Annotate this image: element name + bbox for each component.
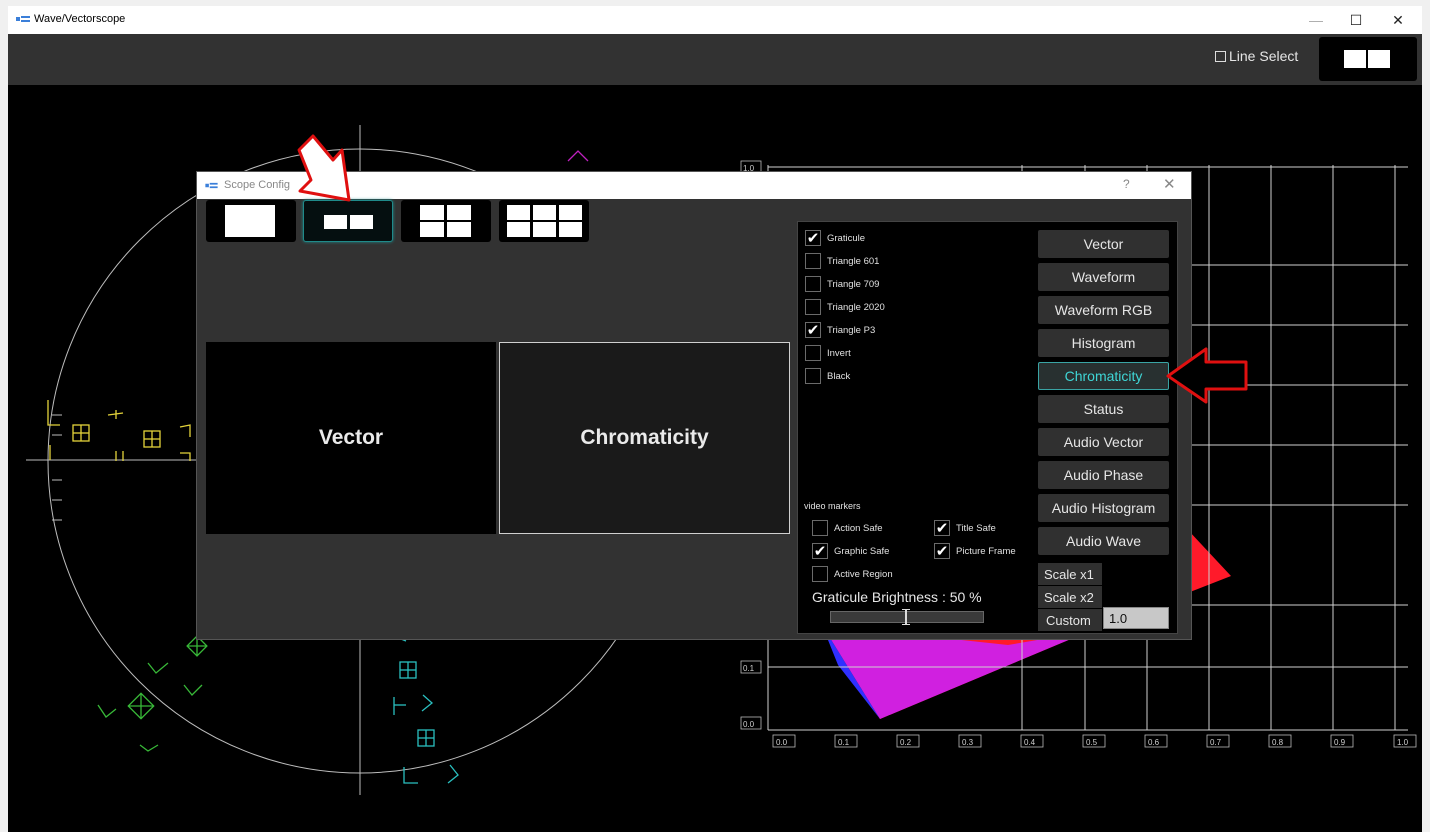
app-root: Wave/Vectorscope — ☐ ✕ Line Select 1.0 0…: [0, 0, 1430, 832]
annotation-overlay: [297, 134, 1248, 404]
annotation-arrow-icon: [297, 134, 351, 202]
annotation-arrow-icon: [1166, 347, 1248, 404]
